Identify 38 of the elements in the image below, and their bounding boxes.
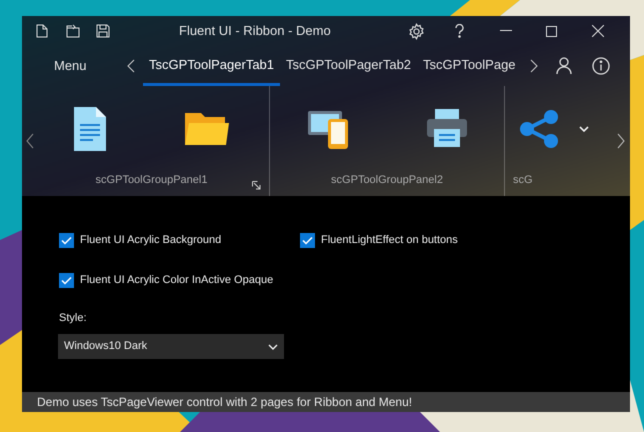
user-icon[interactable] xyxy=(556,57,572,75)
style-dropdown[interactable]: Windows10 Dark xyxy=(58,334,284,359)
printer-icon[interactable] xyxy=(426,109,466,149)
checkbox[interactable] xyxy=(300,232,315,248)
checkbox-label: FluentLightEffect on buttons xyxy=(321,233,458,248)
tabs-scroll-right-icon[interactable] xyxy=(530,59,538,73)
ribbon-tab[interactable]: TscGPToolPage xyxy=(417,46,522,86)
ribbon-tab[interactable]: TscGPToolPagerTab1 xyxy=(143,46,280,86)
menu-button[interactable]: Menu xyxy=(22,56,117,76)
checkbox[interactable] xyxy=(59,232,74,248)
tabs-scroll-left-icon[interactable] xyxy=(127,59,135,73)
window-title: Fluent UI - Ribbon - Demo xyxy=(179,22,331,40)
close-icon[interactable] xyxy=(592,25,604,37)
new-document-icon[interactable] xyxy=(36,24,48,38)
ribbon-scroll-right-icon[interactable] xyxy=(617,133,625,149)
help-icon[interactable] xyxy=(454,24,464,38)
more-chevron-icon[interactable] xyxy=(579,126,589,132)
info-icon[interactable] xyxy=(592,57,610,75)
minimize-icon[interactable] xyxy=(500,30,512,32)
settings-icon[interactable] xyxy=(408,22,425,40)
style-label: Style: xyxy=(59,311,87,326)
save-icon[interactable] xyxy=(96,24,110,38)
checkbox[interactable] xyxy=(59,272,74,288)
checkbox-label: Fluent UI Acrylic Color InActive Opaque xyxy=(80,273,274,288)
share-icon[interactable] xyxy=(519,109,559,149)
document-icon[interactable] xyxy=(74,107,106,151)
chevron-down-icon xyxy=(268,344,278,350)
maximize-icon[interactable] xyxy=(546,26,557,36)
ribbon-scroll-left-icon[interactable] xyxy=(26,133,34,149)
checkbox-label: Fluent UI Acrylic Background xyxy=(80,233,222,248)
folder-icon[interactable] xyxy=(185,111,230,147)
group-label: scGPToolGroupPanel1 xyxy=(96,173,208,188)
dialog-launcher-icon[interactable] xyxy=(252,181,261,190)
group-label: scGPToolGroupPanel2 xyxy=(331,173,443,188)
status-bar: Demo uses TscPageViewer control with 2 pages for Ribbon and Menu! xyxy=(22,392,630,412)
ribbon-tab[interactable]: TscGPToolPagerTab2 xyxy=(280,46,418,86)
open-icon[interactable] xyxy=(66,24,80,38)
group-label: scG xyxy=(512,173,533,188)
